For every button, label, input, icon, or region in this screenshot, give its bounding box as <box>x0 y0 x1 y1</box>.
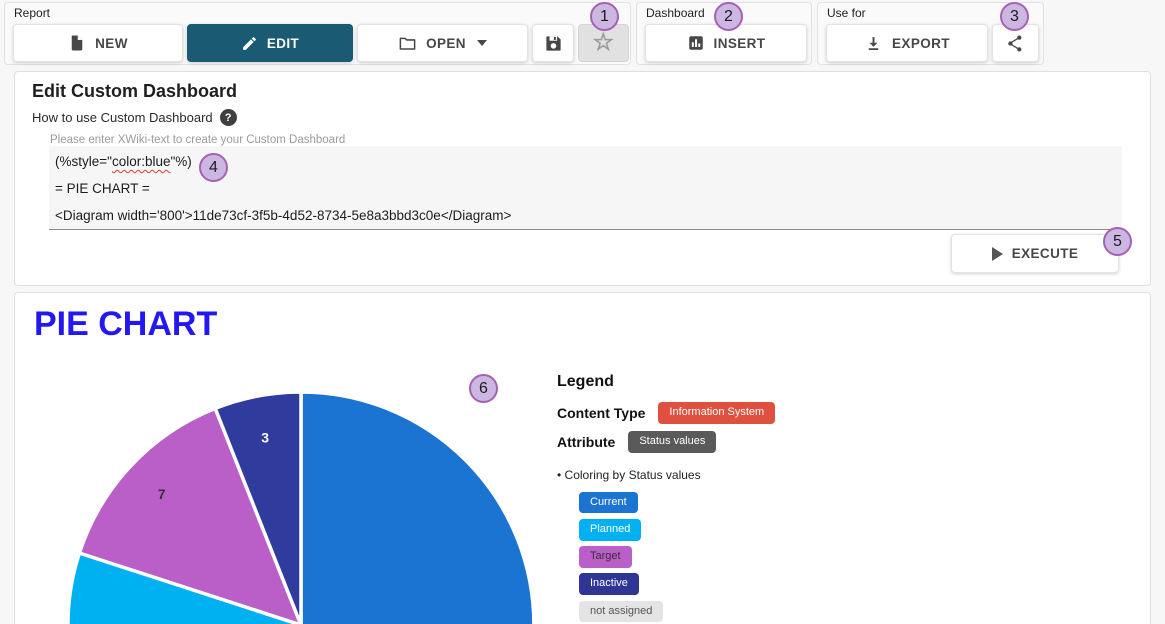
insert-chart-icon <box>687 34 705 52</box>
chevron-down-icon <box>477 40 487 46</box>
pie-value-label-target: 7 <box>158 486 166 502</box>
play-icon <box>992 247 1003 261</box>
content-type-chip: Information System <box>658 402 775 424</box>
insert-button-label: INSERT <box>714 36 766 51</box>
pie-chart-panel: PIE CHART 73 Legend Content Type Informa… <box>14 292 1151 624</box>
execute-button-label: EXECUTE <box>1012 246 1079 261</box>
dashboard-group-label: Dashboard <box>646 6 705 20</box>
annotation-5: 5 <box>1103 227 1132 256</box>
annotation-2: 2 <box>714 2 743 31</box>
new-button[interactable]: NEW <box>13 24 183 62</box>
edit-pencil-icon <box>241 35 258 52</box>
annotation-6: 6 <box>469 374 498 403</box>
open-button[interactable]: OPEN <box>357 24 528 62</box>
usefor-group-label: Use for <box>827 6 866 20</box>
new-button-label: NEW <box>95 36 128 51</box>
chart-title: PIE CHART <box>34 305 217 344</box>
spellcheck-underline: color:blue <box>112 154 171 169</box>
help-icon[interactable]: ? <box>220 109 237 126</box>
status-chip-not-assigned: not assigned <box>579 601 663 623</box>
help-link-text: How to use Custom Dashboard <box>32 110 213 125</box>
edit-button[interactable]: EDIT <box>187 24 353 62</box>
annotation-4: 4 <box>199 153 228 182</box>
panel-title: Edit Custom Dashboard <box>32 81 237 102</box>
coloring-note: • Coloring by Status values <box>557 468 1117 482</box>
code-line-3: <Diagram width='800'>11de73cf-3f5b-4d52-… <box>55 202 1116 229</box>
new-document-icon <box>68 34 86 52</box>
status-chip-planned: Planned <box>579 519 641 541</box>
attribute-label: Attribute <box>557 434 615 450</box>
status-chip-target: Target <box>579 546 632 568</box>
status-chip-inactive: Inactive <box>579 573 639 595</box>
export-button[interactable]: EXPORT <box>826 24 988 62</box>
save-floppy-icon <box>544 34 563 53</box>
open-button-label: OPEN <box>426 36 466 51</box>
annotation-1: 1 <box>590 2 619 31</box>
execute-button[interactable]: EXECUTE <box>951 234 1119 273</box>
star-icon: ☆ <box>593 31 615 55</box>
edit-button-label: EDIT <box>267 36 299 51</box>
report-group-label: Report <box>14 6 50 20</box>
attribute-chip: Status values <box>628 431 716 453</box>
export-button-label: EXPORT <box>892 36 950 51</box>
share-icon <box>1006 34 1025 53</box>
open-folder-icon <box>398 34 417 53</box>
editor-hint: Please enter XWiki-text to create your C… <box>50 134 345 146</box>
legend-title: Legend <box>557 373 1117 391</box>
pie-chart[interactable]: 73 <box>48 378 548 624</box>
download-icon <box>864 34 883 53</box>
report-group: Report NEW EDIT OPEN ☆ <box>4 2 631 65</box>
status-chip-list: Current Planned Target Inactive not assi… <box>579 492 1117 623</box>
pie-value-label-inactive: 3 <box>261 429 269 445</box>
legend-block: Legend Content Type Information System A… <box>557 373 1117 622</box>
save-button[interactable] <box>532 24 574 62</box>
pie-slice-current[interactable] <box>301 392 534 624</box>
annotation-3: 3 <box>1000 2 1029 31</box>
edit-dashboard-panel: Edit Custom Dashboard How to use Custom … <box>14 71 1151 286</box>
content-type-label: Content Type <box>557 405 645 421</box>
status-chip-current: Current <box>579 492 638 514</box>
